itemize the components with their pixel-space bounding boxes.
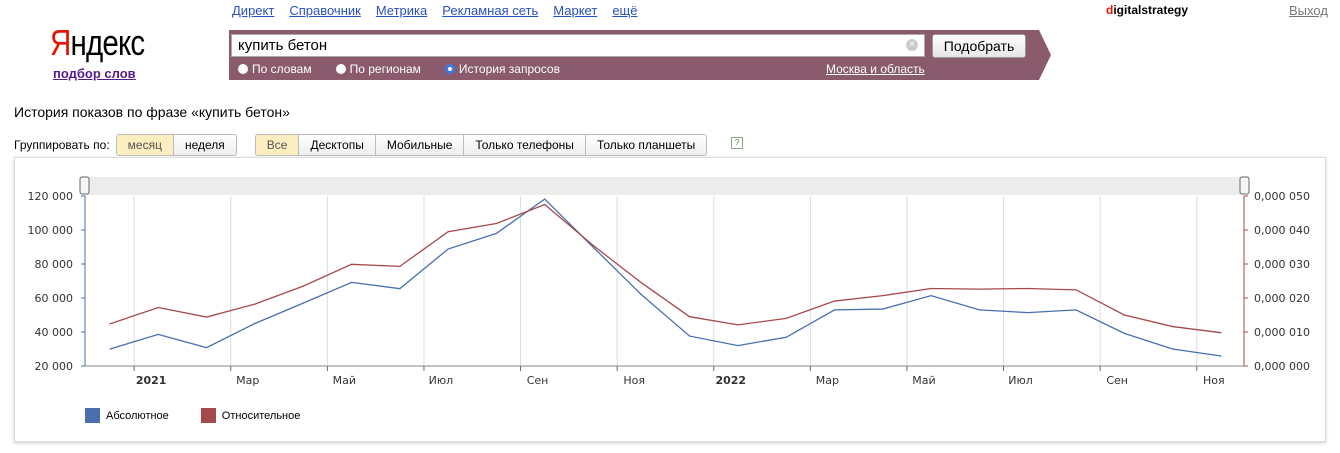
data-point — [302, 302, 304, 304]
data-point — [592, 246, 594, 248]
data-point — [1220, 332, 1222, 334]
data-point — [1123, 314, 1125, 316]
data-point — [978, 288, 981, 290]
data-point — [978, 309, 981, 311]
x-tick-label: Ноя — [623, 374, 645, 387]
data-point — [1172, 325, 1174, 328]
data-point — [689, 316, 691, 318]
legend-label: Относительное — [221, 409, 301, 422]
data-point — [737, 324, 739, 326]
data-point — [785, 317, 787, 319]
data-point — [544, 203, 546, 206]
history-chart: 2021 Мар Май Июл Сен Ноя 2022 Мар Май Июл Сен Ноя 20… — [28, 176, 1310, 387]
x-tick-label: 2022 — [715, 374, 746, 387]
data-point — [882, 308, 884, 310]
data-point — [350, 281, 353, 283]
data-point — [350, 263, 353, 265]
y-right-tick-label: 0,000 030 — [1254, 258, 1310, 271]
x-tick-label: Мар — [816, 374, 839, 387]
data-point — [495, 232, 497, 234]
x-tick-label: Июл — [1008, 374, 1033, 387]
series-line-absolute — [109, 198, 1221, 357]
data-point — [737, 345, 739, 347]
data-point — [399, 265, 401, 267]
data-point — [1075, 289, 1077, 291]
data-point — [109, 323, 111, 325]
data-point — [447, 248, 449, 250]
data-point — [206, 347, 208, 349]
data-point — [930, 287, 932, 290]
y-right-tick-label: 0,000 040 — [1254, 224, 1310, 237]
y-right-tick-label: 0,000 010 — [1254, 326, 1310, 339]
data-point — [302, 285, 304, 287]
legend-label: Абсолютное — [106, 409, 169, 422]
y-left-tick-label: 20 000 — [35, 360, 74, 373]
data-point — [1075, 309, 1077, 311]
data-point — [399, 288, 401, 290]
y-left-tick-label: 120 000 — [28, 190, 74, 203]
data-point — [1220, 355, 1222, 357]
series-line-relative — [109, 203, 1221, 334]
y-right-tick-label: 0,000 020 — [1254, 292, 1310, 305]
data-point — [930, 295, 932, 297]
data-point — [833, 309, 836, 311]
y-left-tick-label: 80 000 — [35, 258, 74, 271]
data-point — [689, 335, 691, 337]
y-left-tick-label: 60 000 — [35, 292, 74, 305]
data-point — [1027, 287, 1029, 290]
data-point — [833, 300, 836, 302]
data-point — [157, 306, 159, 309]
data-point — [206, 316, 208, 318]
x-tick-label: Сен — [527, 374, 549, 387]
y-right-tick-label: 0,000 000 — [1254, 360, 1310, 373]
legend-swatch — [200, 408, 216, 423]
data-point — [495, 222, 497, 225]
data-point — [1172, 348, 1174, 350]
x-tick-label: Мар — [236, 374, 259, 387]
data-point — [447, 231, 449, 233]
data-point — [254, 303, 256, 305]
x-tick-label: Май — [912, 374, 935, 387]
legend-absolute[interactable]: Абсолютное — [85, 408, 169, 423]
y-right-tick-label: 0,000 050 — [1254, 190, 1310, 203]
y-left-tick-label: 100 000 — [28, 224, 74, 237]
data-point — [1123, 332, 1125, 334]
data-point — [592, 244, 594, 246]
data-point — [544, 198, 546, 200]
data-point — [254, 322, 256, 325]
range-handle-right[interactable] — [1239, 176, 1250, 195]
y-left-tick-label: 40 000 — [35, 326, 74, 339]
legend-relative[interactable]: Относительное — [200, 408, 301, 423]
data-point — [785, 336, 787, 338]
legend: Абсолютное Относительное — [85, 408, 300, 423]
navigator-bar[interactable] — [85, 177, 1245, 195]
data-point — [882, 295, 884, 297]
data-point — [1027, 312, 1029, 314]
data-point — [640, 282, 642, 284]
data-point — [157, 333, 159, 335]
range-handle-left[interactable] — [79, 176, 90, 195]
x-tick-label: Сен — [1106, 374, 1128, 387]
x-tick-label: Июл — [429, 374, 454, 387]
x-tick-label: Ноя — [1203, 374, 1225, 387]
data-point — [109, 348, 111, 350]
data-point — [640, 294, 642, 296]
x-tick-label: 2021 — [136, 374, 167, 387]
legend-swatch — [85, 408, 100, 423]
x-tick-label: Май — [333, 374, 356, 387]
